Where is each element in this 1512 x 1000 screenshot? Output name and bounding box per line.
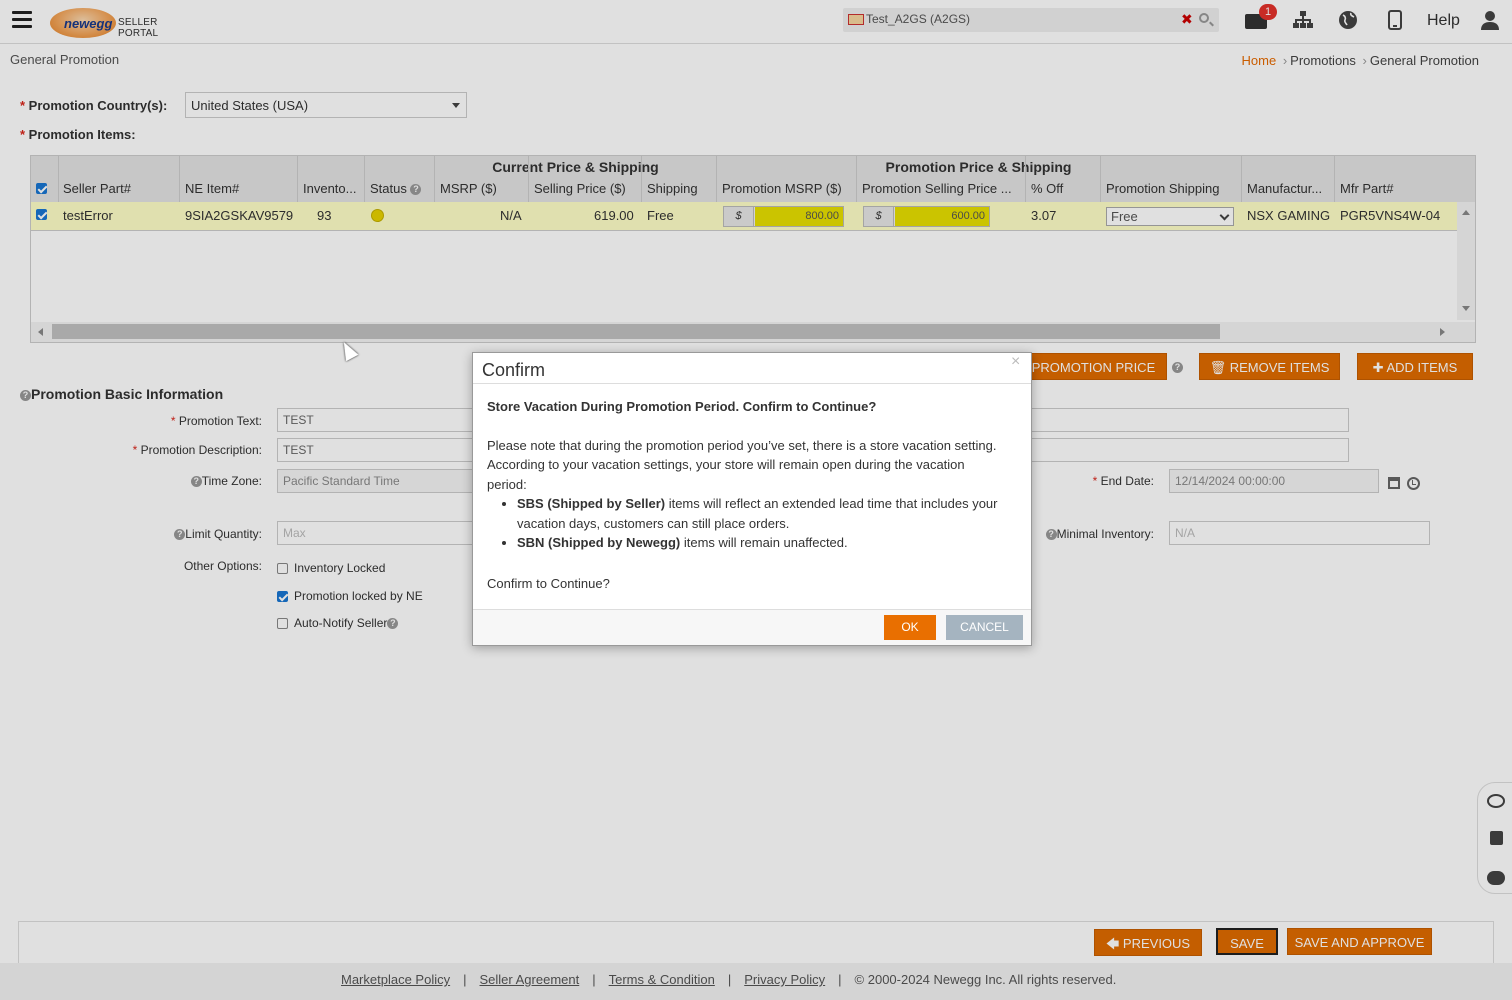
list-item: SBN (Shipped by Newegg) items will remai… bbox=[517, 533, 1007, 553]
cancel-button[interactable]: CANCEL bbox=[946, 615, 1023, 640]
ok-button[interactable]: OK bbox=[884, 615, 936, 640]
dialog-title: Confirm bbox=[482, 360, 546, 380]
close-icon[interactable]: × bbox=[1011, 353, 1020, 371]
dialog-intro: Please note that during the promotion pe… bbox=[487, 437, 997, 492]
dialog-heading: Store Vacation During Promotion Period. … bbox=[487, 399, 877, 414]
dialog-question: Confirm to Continue? bbox=[487, 575, 610, 591]
confirm-dialog: Confirm × Store Vacation During Promotio… bbox=[472, 352, 1032, 646]
list-item: SBS (Shipped by Seller) items will refle… bbox=[517, 494, 1007, 533]
dialog-body: Store Vacation During Promotion Period. … bbox=[487, 397, 1007, 593]
dialog-header: Confirm × bbox=[473, 353, 1031, 384]
